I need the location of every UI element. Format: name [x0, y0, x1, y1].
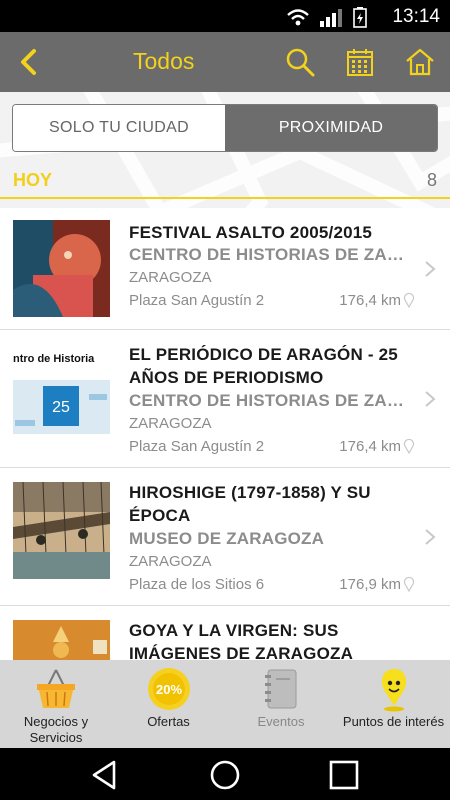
tab-negocios-servicios[interactable]: Negocios y Servicios — [0, 660, 112, 748]
event-thumbnail — [13, 220, 110, 317]
clock: 13:14 — [392, 6, 440, 27]
chevron-right-icon — [425, 391, 436, 407]
segment-proximidad[interactable]: PROXIMIDAD — [225, 105, 437, 151]
event-city: ZARAGOZA — [129, 415, 212, 432]
event-distance: 176,4 km — [339, 292, 401, 309]
event-thumbnail — [13, 620, 110, 660]
calendar-icon[interactable] — [344, 46, 376, 78]
location-pin-icon — [403, 576, 415, 592]
event-address: Plaza San Agustín 2 — [129, 292, 265, 309]
list-item[interactable]: ntro de Historia 25 EL PERIÓDICO DE ARAG… — [0, 330, 450, 468]
content-area: SOLO TU CIUDAD PROXIMIDAD HOY 8 FESTIVAL… — [0, 92, 450, 660]
pin-character-icon — [381, 669, 406, 712]
home-icon[interactable] — [404, 46, 436, 78]
offer-badge-text: 20% — [155, 682, 181, 697]
bottom-tab-bar: Negocios y Servicios 20% Ofertas Eventos — [0, 660, 450, 748]
event-city: ZARAGOZA — [129, 269, 212, 286]
notebook-icon — [265, 669, 297, 709]
event-distance: 176,4 km — [339, 438, 401, 455]
section-count: 8 — [426, 170, 437, 190]
thumbnail-text: ntro de Historia — [13, 353, 95, 365]
tab-eventos[interactable]: Eventos — [225, 660, 337, 748]
tab-label: Negocios y Servicios — [23, 714, 89, 745]
event-venue: MUSEO DE ZARAGOZA — [129, 529, 325, 548]
event-venue: CENTRO DE HISTORIAS DE ZARAGOZA — [129, 391, 414, 410]
event-venue: CENTRO DE HISTORIAS DE ZARAGOZA — [129, 245, 414, 264]
list-item[interactable]: GOYA Y LA VIRGEN: SUS IMÁGENES DE ZARAGO… — [0, 606, 450, 660]
page-title: Todos — [133, 48, 195, 74]
event-address: Plaza San Agustín 2 — [129, 438, 265, 455]
tab-label: Eventos — [257, 714, 305, 729]
event-thumbnail — [13, 482, 110, 579]
event-thumbnail: ntro de Historia 25 — [13, 350, 110, 447]
event-title: FESTIVAL ASALTO 2005/2015 — [129, 223, 373, 242]
tab-ofertas[interactable]: 20% Ofertas — [112, 660, 225, 748]
back-arrow-icon[interactable] — [14, 46, 44, 78]
app-bar: Todos — [0, 32, 450, 92]
tab-label: Ofertas — [147, 714, 190, 729]
list-item[interactable]: HIROSHIGE (1797-1858) Y SU ÉPOCA MUSEO D… — [0, 468, 450, 606]
signal-icon — [320, 9, 342, 27]
event-title: HIROSHIGE (1797-1858) Y SU ÉPOCA — [129, 483, 371, 525]
offer-badge-icon: 20% — [147, 668, 190, 710]
search-icon[interactable] — [284, 46, 316, 78]
section-header: HOY 8 — [0, 164, 450, 204]
section-divider — [0, 197, 450, 199]
nav-home-icon[interactable] — [208, 758, 242, 792]
section-label: HOY — [13, 170, 53, 190]
basket-icon — [37, 669, 75, 708]
wifi-icon — [287, 9, 309, 26]
status-icons — [287, 7, 367, 28]
system-navigation-bar — [0, 748, 450, 800]
location-pin-icon — [403, 438, 415, 454]
nav-back-icon[interactable] — [88, 758, 122, 792]
event-city: ZARAGOZA — [129, 553, 212, 570]
thumbnail-badge: 25 — [52, 399, 70, 416]
nav-recents-icon[interactable] — [327, 758, 361, 792]
status-bar: 13:14 — [0, 0, 450, 32]
segment-solo-tu-ciudad[interactable]: SOLO TU CIUDAD — [13, 105, 225, 151]
event-title: EL PERIÓDICO DE ARAGÓN - 25 AÑOS DE PERI… — [129, 345, 398, 387]
chevron-right-icon — [425, 261, 436, 277]
tab-label: Puntos de interés — [342, 714, 445, 729]
event-title: GOYA Y LA VIRGEN: SUS IMÁGENES DE ZARAGO… — [129, 621, 354, 660]
location-pin-icon — [403, 292, 415, 308]
segmented-control: SOLO TU CIUDAD PROXIMIDAD — [12, 104, 438, 152]
list-item[interactable]: FESTIVAL ASALTO 2005/2015 CENTRO DE HIST… — [0, 208, 450, 330]
event-distance: 176,9 km — [339, 576, 401, 593]
chevron-right-icon — [425, 529, 436, 545]
battery-icon — [353, 7, 367, 28]
event-address: Plaza de los Sitios 6 — [129, 576, 265, 593]
tab-puntos-de-interes[interactable]: Puntos de interés — [337, 660, 450, 748]
